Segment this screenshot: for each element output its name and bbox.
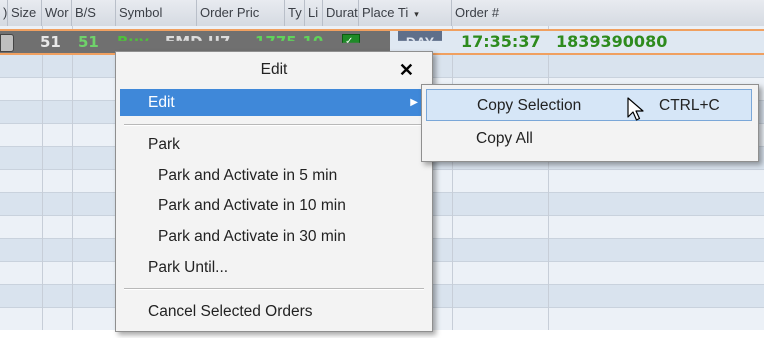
column-header-id[interactable]: ) — [0, 0, 8, 26]
column-header-side[interactable]: B/S — [72, 0, 116, 26]
menu-item-park-until[interactable]: Park Until... — [120, 254, 426, 281]
column-label: Size — [11, 5, 37, 20]
column-label: Order Pric — [200, 5, 260, 20]
menu-item-park-30min[interactable]: Park and Activate in 30 min — [120, 223, 426, 250]
menu-item-label: Park and Activate in 5 min — [158, 167, 338, 184]
menu-item-label: Edit — [148, 94, 175, 111]
order-number: 1839390080 — [556, 32, 668, 51]
column-divider — [42, 26, 43, 330]
order-place-time: 17:35:37 — [461, 32, 541, 51]
column-header-symbol[interactable]: Symbol — [116, 0, 197, 26]
column-label: Durati — [326, 5, 359, 20]
mouse-cursor-icon — [627, 97, 644, 121]
column-label: Place Ti — [362, 5, 409, 20]
sort-arrow-icon[interactable]: ▾ — [414, 9, 419, 19]
menu-item-edit[interactable]: Edit ▶ — [120, 89, 426, 116]
menu-item-park-5min[interactable]: Park and Activate in 5 min — [120, 162, 426, 189]
column-header-size[interactable]: Size — [8, 0, 42, 26]
close-icon[interactable]: ✕ — [399, 60, 414, 80]
context-menu: Edit ✕ Edit ▶ Park Park and Activate in … — [115, 51, 433, 332]
menu-separator — [124, 288, 424, 290]
menu-item-label: Park and Activate in 30 min — [158, 228, 346, 245]
menu-item-park-10min[interactable]: Park and Activate in 10 min — [120, 192, 426, 219]
shortcut-label: CTRL+C — [659, 97, 720, 114]
column-header-order-price[interactable]: Order Pric — [197, 0, 285, 26]
row-select-handle[interactable] — [0, 34, 14, 52]
menu-item-label: Park — [148, 136, 180, 153]
column-label: B/S — [75, 5, 96, 20]
column-label: Wor — [45, 5, 69, 20]
submenu-arrow-icon: ▶ — [410, 97, 418, 108]
order-type-flag-icon: ✓ — [342, 34, 360, 43]
column-label: Li — [308, 5, 319, 20]
menu-item-label: Cancel Selected Orders — [148, 303, 313, 320]
menu-item-cancel-selected-orders[interactable]: Cancel Selected Orders — [120, 298, 426, 325]
order-symbol: EMD U7 — [165, 33, 231, 51]
column-divider — [72, 26, 73, 330]
menu-item-park[interactable]: Park — [120, 131, 426, 158]
column-header-order-number[interactable]: Order # — [452, 0, 764, 26]
column-divider — [452, 26, 453, 330]
column-header-duration[interactable]: Durati — [323, 0, 359, 26]
menu-item-label: Copy Selection — [477, 97, 582, 114]
column-header-working[interactable]: Wor — [42, 0, 72, 26]
order-size: 51 — [40, 33, 61, 51]
context-menu-title: Edit — [260, 61, 288, 78]
order-price: 1775.10 — [255, 33, 324, 51]
menu-item-label: Park Until... — [148, 259, 229, 276]
column-header-limit[interactable]: Li — [305, 0, 323, 26]
menu-item-label: Park and Activate in 10 min — [158, 197, 346, 214]
column-label: Ty — [288, 5, 302, 20]
column-divider — [548, 26, 549, 330]
grid-header: ) Size Wor B/S Symbol Order Pric Ty Li D… — [0, 0, 764, 27]
column-label: ) — [3, 5, 8, 20]
column-label: Symbol — [119, 5, 163, 20]
order-side: Buy — [117, 33, 149, 51]
menu-separator — [124, 124, 424, 126]
column-header-type[interactable]: Ty — [285, 0, 305, 26]
edit-submenu: Copy Selection CTRL+C Copy All — [421, 84, 759, 162]
column-label: Order # — [455, 5, 500, 20]
menu-item-label: Copy All — [476, 130, 533, 147]
menu-item-copy-selection[interactable]: Copy Selection CTRL+C — [426, 89, 752, 121]
order-working-qty: 51 — [78, 33, 99, 51]
menu-item-copy-all[interactable]: Copy All — [426, 123, 752, 155]
column-header-place-time[interactable]: Place Ti ▾ — [359, 0, 452, 26]
